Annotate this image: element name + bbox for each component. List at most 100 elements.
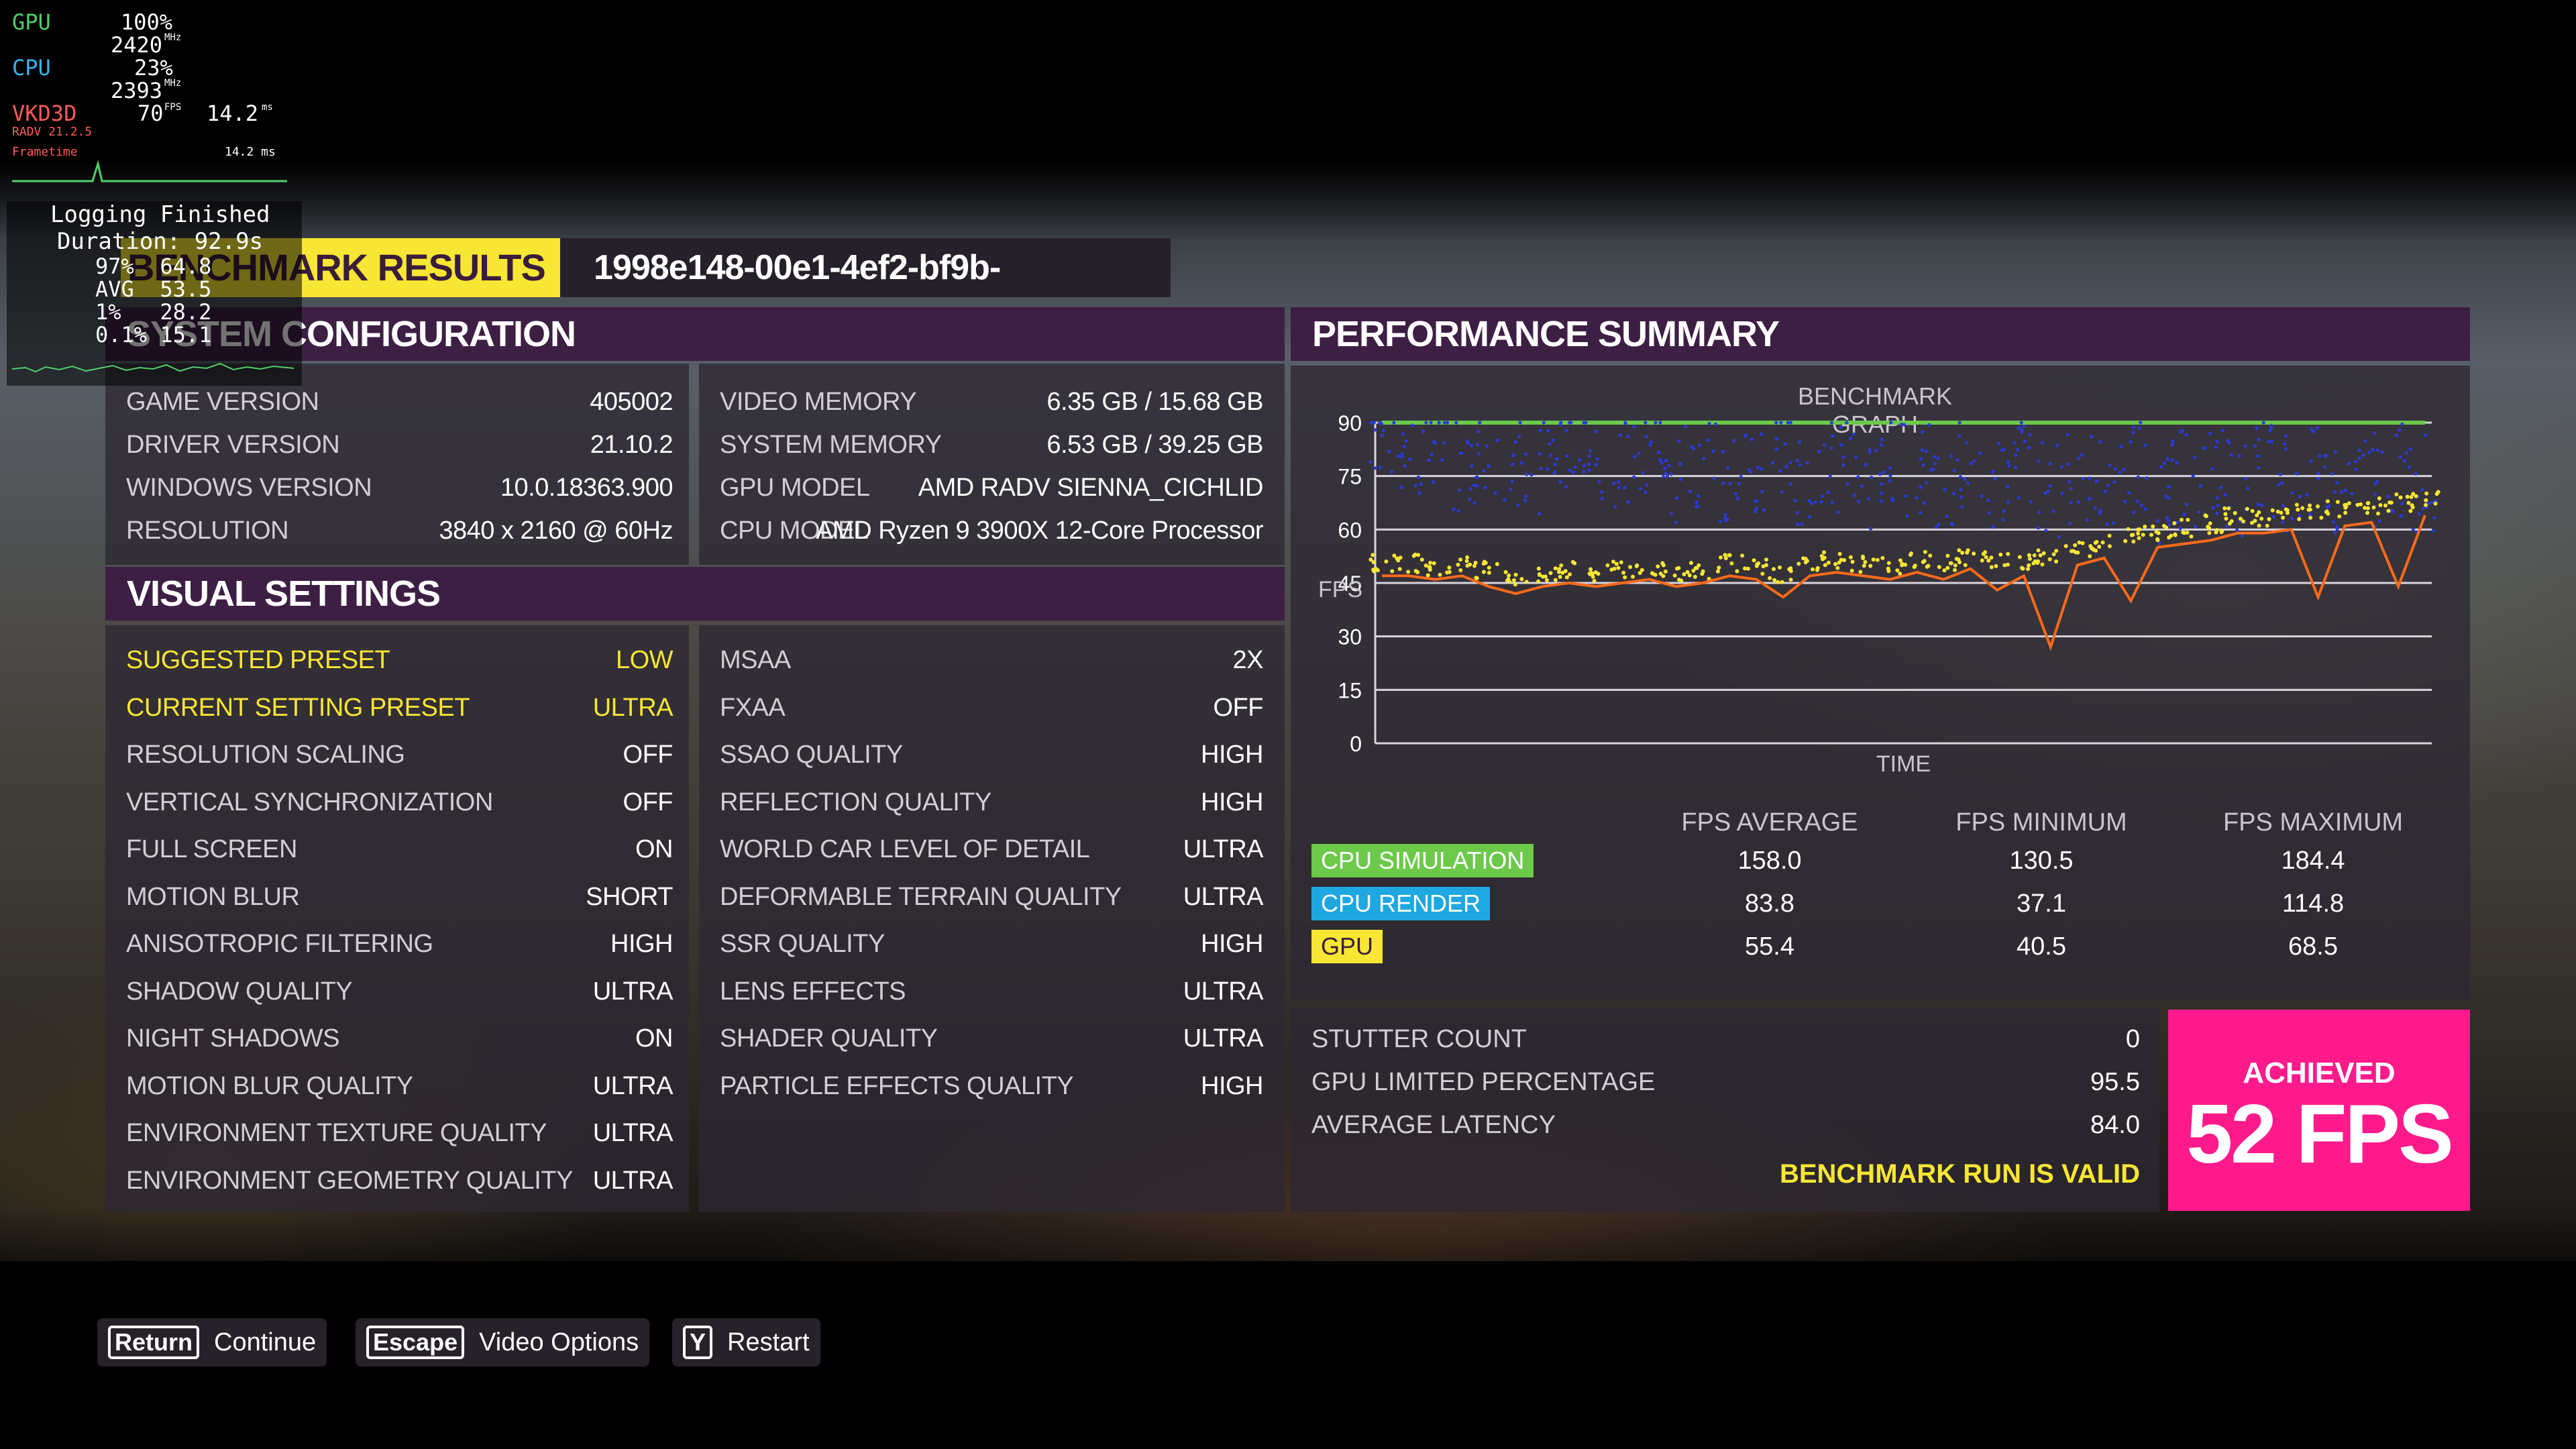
cpu-render-point [1626,435,1630,439]
cpu-render-point [2373,492,2377,496]
cpu-render-point [1538,429,1542,433]
gpu-point [1871,557,1876,562]
gpu-point [1837,551,1842,556]
cpu-render-point [2339,490,2343,494]
cpu-render-point [1836,511,1840,515]
gpu-point [1755,562,1760,567]
cpu-render-point [1808,515,1812,519]
cpu-render-point [1559,421,1563,425]
cpu-render-point [1416,475,1421,479]
cpu-render-point [1477,451,1481,455]
overlay-p1: 1% 28.2 [95,299,212,325]
gpu-point [1972,551,1976,556]
gpu-point [2141,533,2145,537]
cpu-render-point [2216,503,2220,507]
cpu-render-point [1713,422,1717,426]
gpu-point [1898,558,1902,563]
gpu-point [2208,521,2212,526]
gpu-point [1788,578,1793,582]
cpu-render-point [1754,506,1758,511]
gpu-point [1628,565,1633,570]
cpu-render-point [2145,476,2149,480]
cpu-render-point [1632,455,1637,459]
cpu-render-point [2048,484,2052,488]
cpu-render-point [2375,448,2379,452]
gpu-point [2027,557,2032,561]
gpu-point [1458,568,1463,572]
cpu-render-point [1427,458,1431,462]
cpu-render-point [1821,494,1825,498]
perf-avg-value: 158.0 [1737,847,1802,875]
cpu-render-point [2029,500,2033,504]
cpu-render-point [1955,458,1960,462]
gpu-point [1740,553,1745,558]
continue-button[interactable]: Return Continue [97,1318,327,1366]
perf-row-label: CPU RENDER [1311,887,1491,920]
cpu-render-point [1674,521,1678,525]
video-options-button[interactable]: Escape Video Options [356,1318,650,1366]
cpu-render-point [2103,490,2107,494]
gpu-point [2366,500,2371,505]
gpu-point [1862,564,1866,568]
cpu-render-point [2214,445,2218,449]
overlay-log-title: Logging Finished [50,201,270,228]
gpu-point [1661,574,1666,578]
cpu-render-point [1663,466,1667,470]
visual-setting-row: CURRENT SETTING PRESET ULTRA [126,694,674,737]
cpu-render-point [1936,456,1940,460]
cpu-render-point [2017,426,2021,430]
visual-setting-value: ULTRA [1183,1024,1264,1053]
table-header-min: FPS MINIMUM [1955,808,2127,837]
system-config-value: 6.35 GB / 15.68 GB [1046,388,1263,416]
cpu-render-point [1993,476,1997,481]
gpu-point [1719,555,1723,559]
system-config-value: 3840 x 2160 @ 60Hz [439,517,673,545]
cpu-render-point [2224,524,2229,528]
gpu-point [1661,563,1666,568]
visual-setting-value: HIGH [1201,788,1264,816]
system-config-value: AMD Ryzen 9 3900X 12-Core Processor [816,517,1263,545]
cpu-render-point [1880,482,1884,486]
gpu-point [2319,515,2324,520]
gpu-point [1776,580,1780,584]
cpu-render-point [1568,468,1572,472]
cpu-render-point [2167,523,2171,527]
gpu-point [2036,559,2041,564]
cpu-render-point [1403,464,1407,468]
cpu-render-point [2347,462,2351,466]
video-options-label: Video Options [479,1328,639,1356]
cpu-render-point [2223,493,2227,497]
visual-setting-row: WORLD CAR LEVEL OF DETAIL ULTRA [720,835,1264,878]
restart-button[interactable]: Y Restart [672,1318,820,1366]
overlay-cpu-clock: 2393 [111,78,163,103]
cpu-render-point [1797,440,1802,444]
gpu-point [1868,564,1873,568]
gpu-point [2371,505,2376,510]
cpu-render-point [2007,464,2011,468]
gpu-point [1609,568,1614,572]
overlay-cpu-load: 23% [134,55,173,80]
cpu-render-point [2167,484,2171,489]
gpu-point [1796,561,1801,566]
cpu-render-point [1780,490,1784,494]
cpu-render-point [1774,437,1779,441]
visual-setting-label: FULL SCREEN [126,835,297,863]
cpu-render-point [1807,498,1811,502]
cpu-render-point [2332,490,2337,494]
gpu-point [1835,566,1840,570]
overlay-avg: AVG 53.5 [95,276,212,302]
gpu-point [2149,533,2153,537]
gpu-point [1960,551,1965,555]
stat-label: GPU LIMITED PERCENTAGE [1311,1068,1656,1096]
gpu-point [1656,564,1660,569]
gpu-point [2092,547,2096,552]
overlay-gpu-label: GPU [12,9,51,35]
gpu-point [2151,524,2155,529]
cpu-render-point [2119,444,2123,448]
cpu-render-point [1854,455,1858,460]
gpu-point [1928,553,1933,558]
gpu-point [1553,578,1558,582]
visual-setting-label: LENS EFFECTS [720,977,906,1006]
visual-setting-label: VERTICAL SYNCHRONIZATION [126,788,493,816]
gpu-point [1447,570,1452,574]
